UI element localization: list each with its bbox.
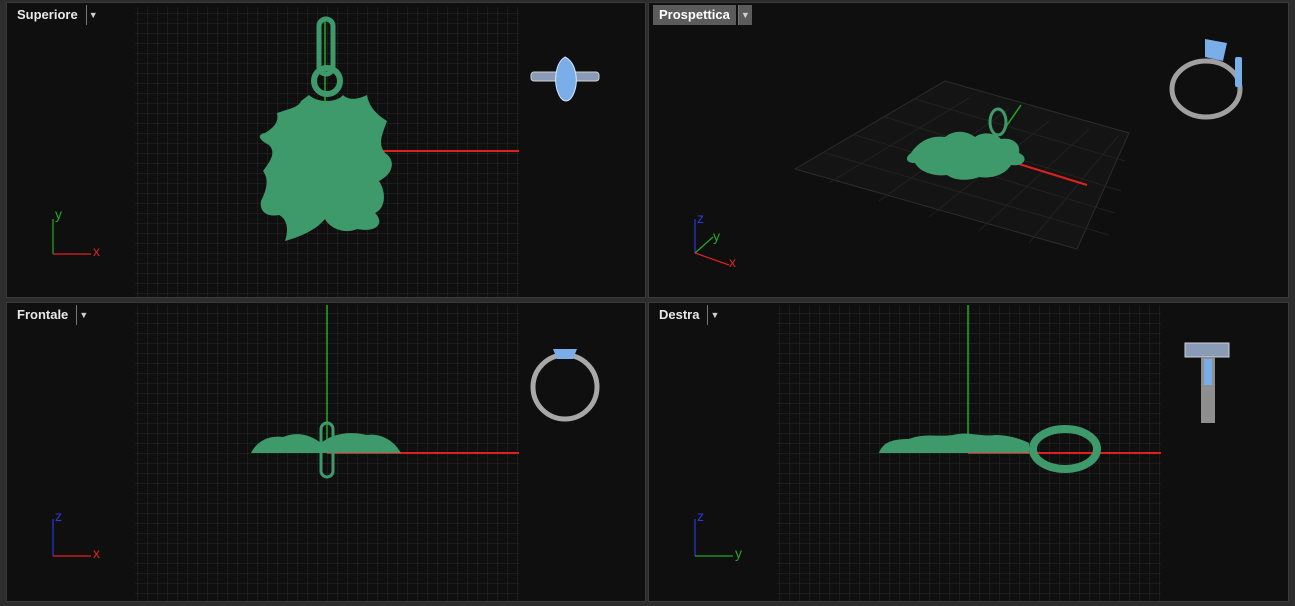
viewport-top[interactable]: Superiore ▼ y x <box>6 2 646 298</box>
viewport-title[interactable]: Superiore <box>11 5 84 25</box>
ring-preview-icon[interactable] <box>530 349 600 422</box>
ring-preview-icon[interactable] <box>1184 342 1230 423</box>
viewport-canvas[interactable]: z y x <box>649 3 1289 298</box>
viewport-title[interactable]: Destra <box>653 305 705 325</box>
viewport-header: Frontale ▼ <box>11 305 90 325</box>
gizmo-x-label: x <box>729 254 736 270</box>
ring-preview-icon[interactable] <box>530 56 600 102</box>
viewport-grid: Superiore ▼ y x Prospettica ▼ z y x Fron… <box>0 0 1295 606</box>
viewport-canvas[interactable]: z y <box>649 303 1289 602</box>
gizmo-z-label: z <box>697 508 704 524</box>
gizmo-z-label: z <box>697 210 704 226</box>
viewport-header: Destra ▼ <box>653 305 721 325</box>
gizmo-x-label: x <box>93 243 100 259</box>
gizmo-x-axis <box>694 252 730 266</box>
viewport-right[interactable]: Destra ▼ z y <box>648 302 1289 602</box>
gizmo-y-label: y <box>55 206 62 222</box>
chevron-down-icon[interactable]: ▼ <box>737 5 752 25</box>
gizmo-z-label: z <box>55 508 62 524</box>
chevron-down-icon[interactable]: ▼ <box>76 305 90 325</box>
gizmo-y-label: y <box>713 228 720 244</box>
viewport-title[interactable]: Frontale <box>11 305 74 325</box>
viewport-front[interactable]: Frontale ▼ z x <box>6 302 646 602</box>
viewport-canvas[interactable]: y x <box>7 3 646 298</box>
gizmo-y-axis <box>694 236 714 254</box>
chevron-down-icon[interactable]: ▼ <box>707 305 721 325</box>
gizmo-x-label: x <box>93 545 100 561</box>
viewport-title[interactable]: Prospettica <box>653 5 736 25</box>
viewport-header: Superiore ▼ <box>11 5 100 25</box>
chevron-down-icon[interactable]: ▼ <box>85 5 100 25</box>
viewport-canvas[interactable]: z x <box>7 303 646 602</box>
viewport-perspective[interactable]: Prospettica ▼ z y x <box>648 2 1289 298</box>
gizmo-y-label: y <box>735 545 742 561</box>
viewport-header: Prospettica ▼ <box>653 5 752 25</box>
ring-preview-icon[interactable] <box>1169 39 1243 120</box>
